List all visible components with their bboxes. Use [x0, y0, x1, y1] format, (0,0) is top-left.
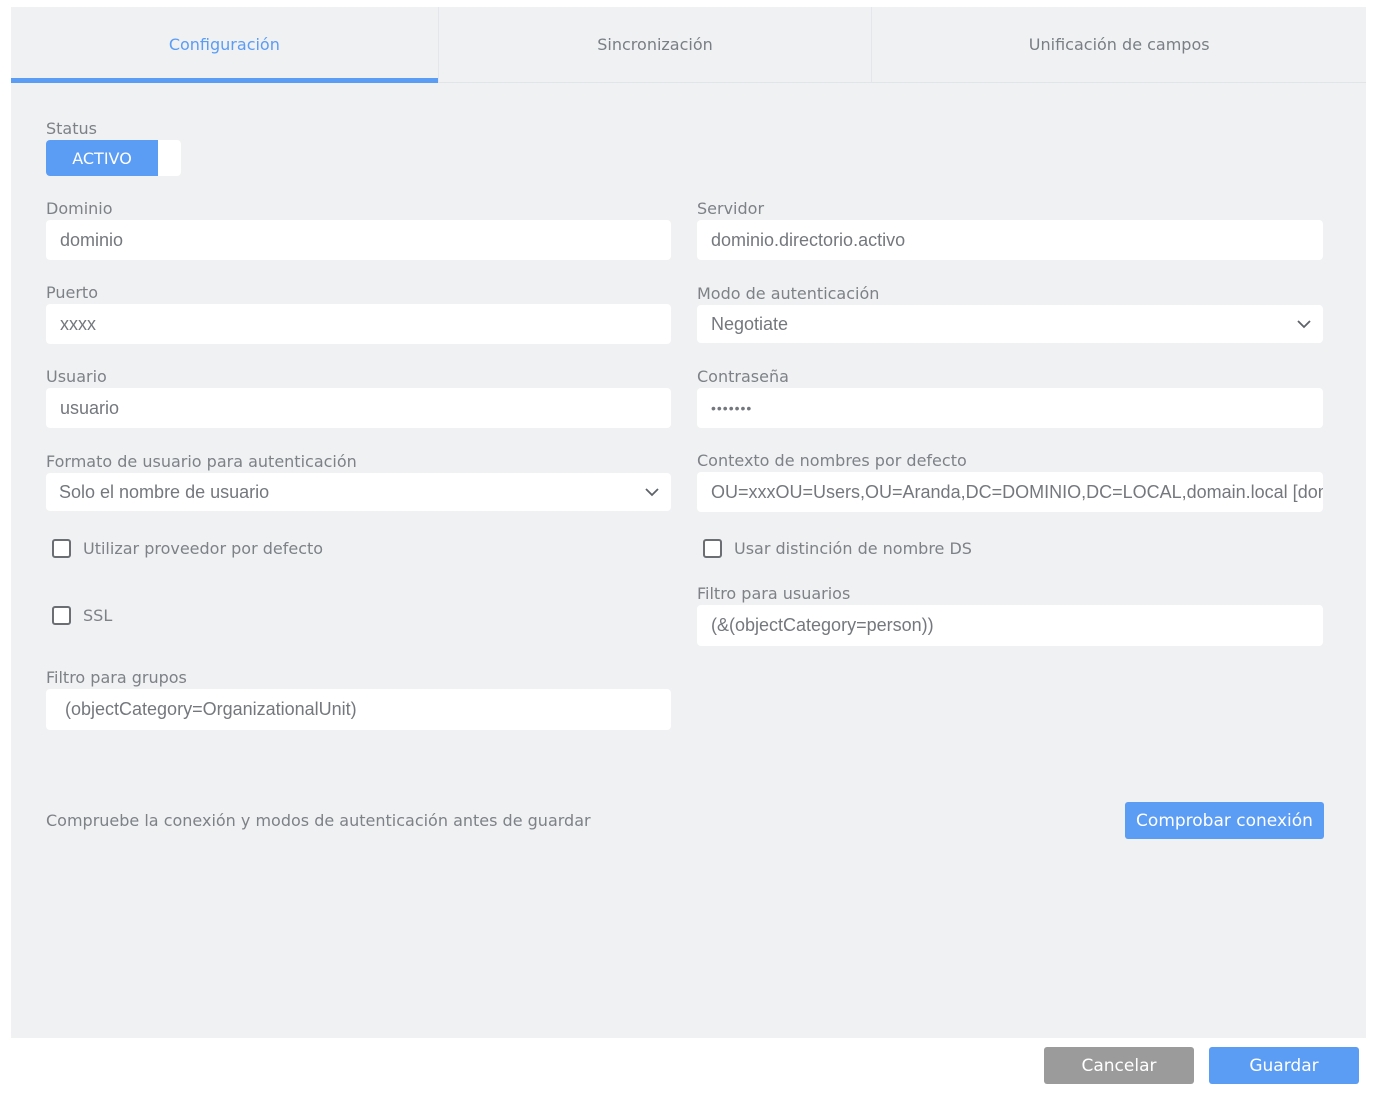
cancel-button[interactable]: Cancelar	[1044, 1047, 1194, 1084]
filtro-usuarios-label: Filtro para usuarios	[697, 584, 851, 603]
filtro-grupos-label: Filtro para grupos	[46, 668, 187, 687]
servidor-label: Servidor	[697, 199, 765, 218]
checkbox-box[interactable]	[703, 539, 722, 558]
utilizar-proveedor-label: Utilizar proveedor por defecto	[83, 539, 324, 558]
puerto-label: Puerto	[46, 283, 98, 302]
modo-autenticacion-label: Modo de autenticación	[697, 284, 880, 303]
puerto-input[interactable]: xxxx	[46, 304, 671, 344]
check-connection-button[interactable]: Comprobar conexión	[1125, 802, 1324, 839]
ssl-checkbox[interactable]: SSL	[52, 606, 112, 625]
contexto-nombres-input[interactable]: OU=xxxOU=Users,OU=Aranda,DC=DOMINIO,DC=L…	[697, 472, 1323, 512]
usuario-label: Usuario	[46, 367, 107, 386]
servidor-input[interactable]: dominio.directorio.activo	[697, 220, 1323, 260]
chevron-down-icon	[1297, 317, 1311, 331]
usar-distincion-ds-checkbox[interactable]: Usar distinción de nombre DS	[703, 539, 972, 558]
filtro-usuarios-input[interactable]: (&(objectCategory=person))	[697, 605, 1323, 646]
tab-unificacion-campos[interactable]: Unificación de campos	[871, 7, 1366, 82]
modo-autenticacion-value: Negotiate	[711, 313, 789, 334]
contrasena-label: Contraseña	[697, 367, 789, 386]
usar-distincion-ds-label: Usar distinción de nombre DS	[734, 539, 972, 558]
connection-hint: Compruebe la conexión y modos de autenti…	[46, 811, 591, 830]
modo-autenticacion-select[interactable]: Negotiate	[697, 305, 1323, 343]
ssl-label: SSL	[83, 606, 113, 625]
tab-configuracion[interactable]: Configuración	[11, 7, 438, 83]
chevron-down-icon	[645, 485, 659, 499]
tab-bar: Configuración Sincronización Unificación…	[11, 7, 1366, 83]
contrasena-input[interactable]: •••••••	[697, 388, 1323, 428]
contexto-nombres-label: Contexto de nombres por defecto	[697, 451, 967, 470]
usuario-input[interactable]: usuario	[46, 388, 671, 428]
status-label: Status	[46, 119, 97, 138]
save-button[interactable]: Guardar	[1209, 1047, 1359, 1084]
dominio-label: Dominio	[46, 199, 113, 218]
formato-usuario-select[interactable]: Solo el nombre de usuario	[46, 473, 671, 511]
filtro-grupos-input[interactable]: (objectCategory=OrganizationalUnit)	[46, 689, 671, 730]
utilizar-proveedor-checkbox[interactable]: Utilizar proveedor por defecto	[52, 539, 323, 558]
status-toggle[interactable]: ACTIVO	[46, 140, 181, 176]
status-toggle-active: ACTIVO	[46, 140, 158, 176]
checkbox-box[interactable]	[52, 606, 71, 625]
formato-usuario-value: Solo el nombre de usuario	[59, 481, 270, 502]
formato-usuario-label: Formato de usuario para autenticación	[46, 452, 357, 471]
tab-sincronizacion[interactable]: Sincronización	[437, 7, 872, 82]
config-panel: Configuración Sincronización Unificación…	[11, 7, 1366, 1038]
dominio-input[interactable]: dominio	[46, 220, 671, 260]
checkbox-box[interactable]	[52, 539, 71, 558]
